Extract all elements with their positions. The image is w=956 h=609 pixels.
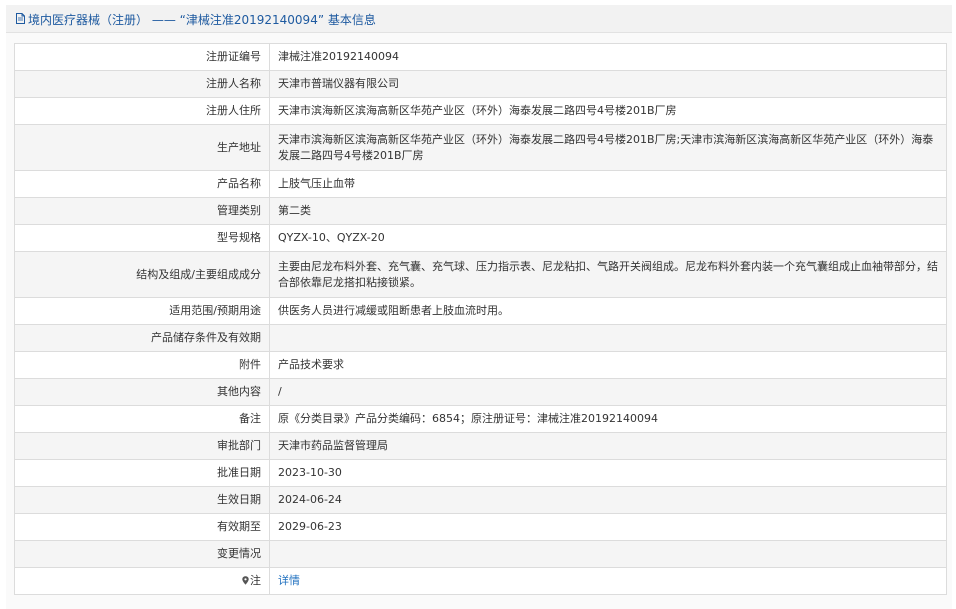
- table-row: 生产地址 天津市滨海新区滨海高新区华苑产业区（环外）海泰发展二路四号4号楼201…: [14, 124, 947, 171]
- info-panel: 注册证编号 津械注准20192140094 注册人名称 天津市普瑞仪器有限公司 …: [6, 33, 952, 609]
- row-value-model: QYZX-10、QYZX-20: [269, 224, 947, 252]
- table-row: 注册证编号 津械注准20192140094: [14, 43, 947, 71]
- table-row: 审批部门 天津市药品监督管理局: [14, 432, 947, 460]
- row-value-effective-date: 2024-06-24: [269, 486, 947, 514]
- row-label-reg-no: 注册证编号: [14, 43, 270, 71]
- row-value-other: /: [269, 378, 947, 406]
- row-label-intended-use: 适用范围/预期用途: [14, 297, 270, 325]
- row-label-storage: 产品储存条件及有效期: [14, 324, 270, 352]
- row-label-registrant-address: 注册人住所: [14, 97, 270, 125]
- row-label-product-name: 产品名称: [14, 170, 270, 198]
- row-value-reg-no: 津械注准20192140094: [269, 43, 947, 71]
- row-label-attachment: 附件: [14, 351, 270, 379]
- row-value-remarks: 原《分类目录》产品分类编码：6854；原注册证号：津械注准20192140094: [269, 405, 947, 433]
- table-row: 变更情况: [14, 540, 947, 568]
- row-label-approval-date: 批准日期: [14, 459, 270, 487]
- row-label-expiry-date: 有效期至: [14, 513, 270, 541]
- table-row: 有效期至 2029-06-23: [14, 513, 947, 541]
- table-row: 备注 原《分类目录》产品分类编码：6854；原注册证号：津械注准20192140…: [14, 405, 947, 433]
- row-label-structure: 结构及组成/主要组成成分: [14, 251, 270, 298]
- device-info-table: 注册证编号 津械注准20192140094 注册人名称 天津市普瑞仪器有限公司 …: [14, 43, 947, 595]
- row-label-category: 管理类别: [14, 197, 270, 225]
- row-label-registrant: 注册人名称: [14, 70, 270, 98]
- table-row: 注册人名称 天津市普瑞仪器有限公司: [14, 70, 947, 98]
- table-row: 型号规格 QYZX-10、QYZX-20: [14, 224, 947, 252]
- row-label-approval-dept: 审批部门: [14, 432, 270, 460]
- table-row: 注册人住所 天津市滨海新区滨海高新区华苑产业区（环外）海泰发展二路四号4号楼20…: [14, 97, 947, 125]
- row-value-storage: [269, 324, 947, 352]
- row-value-registrant: 天津市普瑞仪器有限公司: [269, 70, 947, 98]
- row-label-model: 型号规格: [14, 224, 270, 252]
- page-header: 境内医疗器械（注册） —— “津械注准20192140094” 基本信息: [6, 5, 952, 33]
- table-row: 适用范围/预期用途 供医务人员进行减缓或阻断患者上肢血流时用。: [14, 297, 947, 325]
- table-row: 产品储存条件及有效期: [14, 324, 947, 352]
- table-row: 批准日期 2023-10-30: [14, 459, 947, 487]
- row-label-remarks: 备注: [14, 405, 270, 433]
- map-pin-icon: [242, 576, 249, 585]
- table-row: 结构及组成/主要组成成分 主要由尼龙布料外套、充气囊、充气球、压力指示表、尼龙粘…: [14, 251, 947, 298]
- row-value-category: 第二类: [269, 197, 947, 225]
- table-row: 其他内容 /: [14, 378, 947, 406]
- row-label-other: 其他内容: [14, 378, 270, 406]
- document-icon: [16, 13, 25, 24]
- row-value-production-address: 天津市滨海新区滨海高新区华苑产业区（环外）海泰发展二路四号4号楼201B厂房;天…: [269, 124, 947, 171]
- page-title: 境内医疗器械（注册） —— “津械注准20192140094” 基本信息: [28, 13, 376, 27]
- row-value-product-name: 上肢气压止血带: [269, 170, 947, 198]
- table-row: 附件 产品技术要求: [14, 351, 947, 379]
- row-label-changes: 变更情况: [14, 540, 270, 568]
- table-row: 管理类别 第二类: [14, 197, 947, 225]
- row-value-expiry-date: 2029-06-23: [269, 513, 947, 541]
- note-label-text: 注: [250, 574, 261, 587]
- row-value-note: 详情: [269, 567, 947, 595]
- row-value-approval-dept: 天津市药品监督管理局: [269, 432, 947, 460]
- table-row: 注 详情: [14, 567, 947, 595]
- row-value-attachment: 产品技术要求: [269, 351, 947, 379]
- row-value-registrant-address: 天津市滨海新区滨海高新区华苑产业区（环外）海泰发展二路四号4号楼201B厂房: [269, 97, 947, 125]
- row-label-note: 注: [14, 567, 270, 595]
- table-row: 产品名称 上肢气压止血带: [14, 170, 947, 198]
- row-value-structure: 主要由尼龙布料外套、充气囊、充气球、压力指示表、尼龙粘扣、气路开关阀组成。尼龙布…: [269, 251, 947, 298]
- row-value-intended-use: 供医务人员进行减缓或阻断患者上肢血流时用。: [269, 297, 947, 325]
- row-label-production-address: 生产地址: [14, 124, 270, 171]
- row-label-effective-date: 生效日期: [14, 486, 270, 514]
- details-link[interactable]: 详情: [278, 574, 300, 587]
- row-value-approval-date: 2023-10-30: [269, 459, 947, 487]
- table-row: 生效日期 2024-06-24: [14, 486, 947, 514]
- row-value-changes: [269, 540, 947, 568]
